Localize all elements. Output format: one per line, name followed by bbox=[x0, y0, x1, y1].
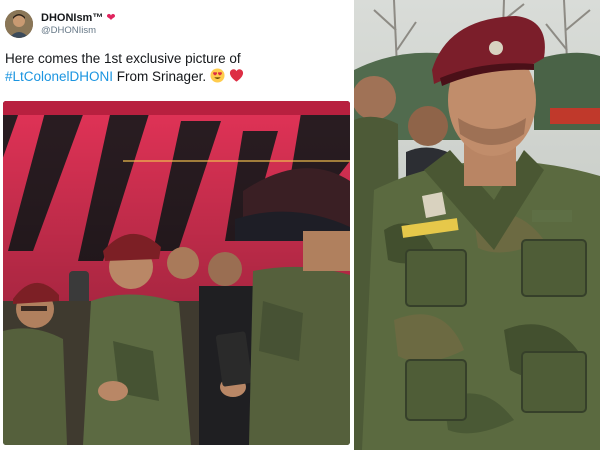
hashtag-link[interactable]: #LtColonelDHONI bbox=[5, 69, 113, 84]
dhoni-uniform-photo-image bbox=[354, 0, 600, 450]
avatar[interactable] bbox=[5, 10, 33, 38]
tent-photo-image bbox=[3, 101, 350, 445]
heart-badge-icon: ❤ bbox=[106, 11, 116, 24]
tweet-text-line1: Here comes the 1st exclusive picture of bbox=[5, 51, 241, 66]
tweet-panel: DHONIsm™ ❤ @DHONIism Here comes the 1st … bbox=[0, 0, 352, 450]
right-photo[interactable] bbox=[354, 0, 600, 450]
tweet-text: Here comes the 1st exclusive picture of … bbox=[5, 50, 347, 86]
red-heart-emoji-icon bbox=[229, 69, 243, 82]
avatar-image bbox=[5, 10, 33, 38]
tweet-text-line2: From Srinager. bbox=[113, 69, 207, 84]
tweet-photo[interactable] bbox=[3, 101, 350, 445]
heart-eyes-emoji-icon bbox=[210, 68, 225, 83]
tweet-author: DHONIsm™ ❤ @DHONIism bbox=[41, 12, 116, 36]
display-name[interactable]: DHONIsm™ bbox=[41, 12, 103, 24]
user-handle[interactable]: @DHONIism bbox=[41, 25, 116, 36]
tweet-header: DHONIsm™ ❤ @DHONIism bbox=[5, 8, 116, 40]
